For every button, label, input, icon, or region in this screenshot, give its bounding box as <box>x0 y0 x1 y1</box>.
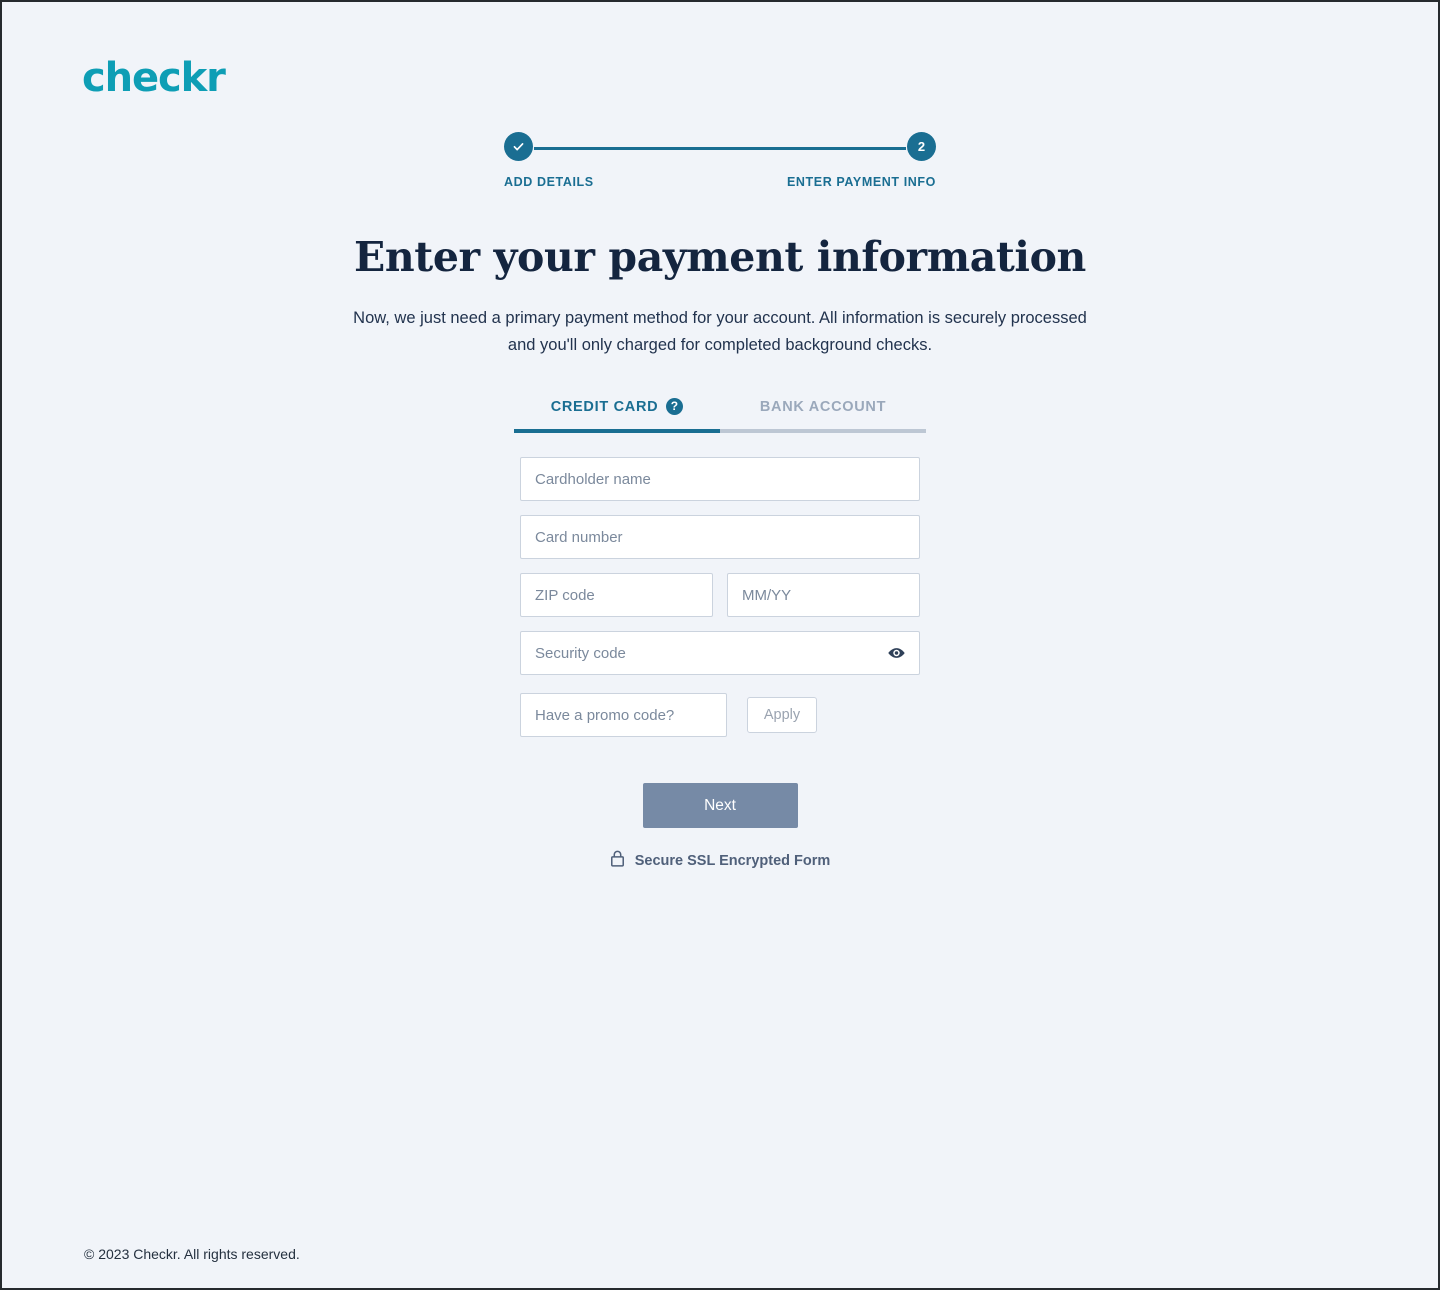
step-enter-payment-info[interactable]: 2 ENTER PAYMENT INFO <box>756 132 936 189</box>
payment-page: checkr ADD DETAILS 2 ENTER PAYMENT INFO <box>0 0 1440 1290</box>
checkr-logo: checkr <box>82 55 226 101</box>
step-1-bullet-completed <box>504 132 533 161</box>
step-2-bullet-active: 2 <box>907 132 936 161</box>
ssl-note-text: Secure SSL Encrypted Form <box>634 852 831 869</box>
security-code-row <box>520 631 920 676</box>
zip-expiry-row <box>520 573 920 618</box>
tab-bank-account-label: BANK ACCOUNT <box>759 398 887 415</box>
security-code-input[interactable] <box>520 631 920 676</box>
tab-bank-account[interactable]: BANK ACCOUNT <box>720 398 926 434</box>
card-number-input[interactable] <box>520 515 920 560</box>
promo-code-input[interactable] <box>520 693 727 738</box>
eye-icon[interactable] <box>887 644 906 663</box>
help-icon[interactable]: ? <box>666 398 684 416</box>
credit-card-form: Apply Next Secure SSL Encrypted Form <box>520 457 920 871</box>
cardholder-name-input[interactable] <box>520 457 920 502</box>
promo-code-row: Apply <box>520 693 920 738</box>
expiry-date-input[interactable] <box>727 573 920 618</box>
lock-icon <box>610 850 625 871</box>
page-subtitle: Now, we just need a primary payment meth… <box>353 309 1087 354</box>
page-header: checkr <box>0 0 1440 98</box>
progress-stepper: ADD DETAILS 2 ENTER PAYMENT INFO <box>0 132 1440 189</box>
page-title: Enter your payment information <box>354 233 1086 281</box>
ssl-security-note: Secure SSL Encrypted Form <box>520 850 920 871</box>
footer-copyright: © 2023 Checkr. All rights reserved. <box>84 1246 300 1262</box>
next-button[interactable]: Next <box>642 783 798 829</box>
zip-code-input[interactable] <box>520 573 713 618</box>
step-1-label: ADD DETAILS <box>504 175 594 189</box>
step-add-details[interactable]: ADD DETAILS <box>504 132 684 189</box>
payment-method-tabs: CREDIT CARD ? BANK ACCOUNT <box>514 398 926 434</box>
submit-row: Next <box>520 783 920 829</box>
apply-promo-button[interactable]: Apply <box>747 697 817 734</box>
tab-credit-card-label: CREDIT CARD <box>550 398 659 415</box>
tab-credit-card[interactable]: CREDIT CARD ? <box>514 398 720 434</box>
step-2-label: ENTER PAYMENT INFO <box>786 175 936 189</box>
